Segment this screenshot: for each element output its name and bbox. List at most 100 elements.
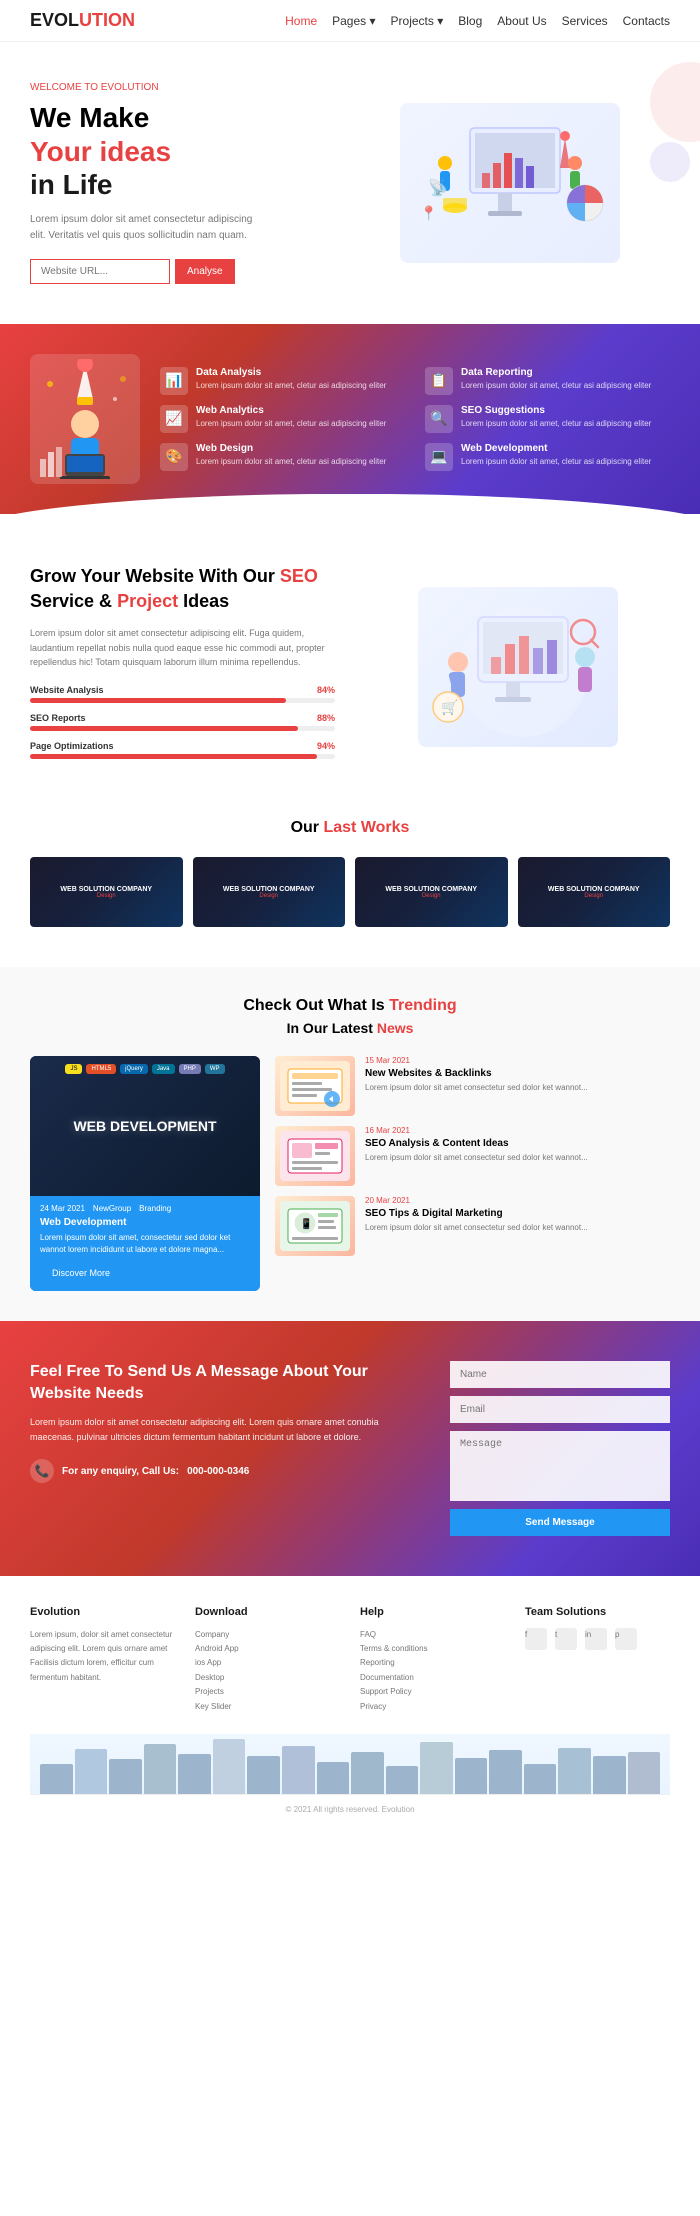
feature-data-reporting-text: Data Reporting Lorem ipsum dolor sit ame… [461, 367, 651, 391]
social-linkedin-icon[interactable]: in [585, 1628, 607, 1650]
contact-send-button[interactable]: Send Message [450, 1509, 670, 1536]
hero-image: 📡 📍 [400, 103, 620, 263]
nav-services[interactable]: Services [562, 14, 608, 28]
contact-phone: 📞 For any enquiry, Call Us: 000-000-0346 [30, 1459, 420, 1483]
news-item-3-content: 20 Mar 2021 SEO Tips & Digital Marketing… [365, 1196, 670, 1233]
work-item-2[interactable]: WEB SOLUTION COMPANY Design [193, 857, 346, 927]
nav-home[interactable]: Home [285, 14, 317, 28]
badge-jquery: jQuery [120, 1064, 148, 1074]
contact-right: Send Message [450, 1361, 670, 1536]
hero-welcome: WELCOME TO EVOLUTION [30, 82, 350, 93]
contact-name-input[interactable] [450, 1361, 670, 1388]
nav-pages[interactable]: Pages ▾ [332, 14, 375, 28]
news-heading: Check Out What Is Trending [30, 997, 670, 1015]
footer-link-reporting[interactable]: Reporting [360, 1656, 505, 1670]
hero-section: WELCOME TO EVOLUTION We Make Your ideas … [0, 42, 700, 324]
hero-form: Analyse [30, 259, 350, 284]
feature-title: Web Design [196, 443, 386, 454]
work-thumb-2: WEB SOLUTION COMPANY Design [193, 857, 346, 927]
building-3 [109, 1759, 142, 1794]
feature-web-analytics-text: Web Analytics Lorem ipsum dolor sit amet… [196, 405, 386, 429]
footer-link-faq[interactable]: FAQ [360, 1628, 505, 1642]
work-item-3[interactable]: WEB SOLUTION COMPANY Design [355, 857, 508, 927]
news-featured-card[interactable]: JS HTML5 jQuery Java PHP WP WEB DEVELOPM… [30, 1056, 260, 1290]
feature-web-development-text: Web Development Lorem ipsum dolor sit am… [461, 443, 651, 467]
progress-seo-reports: SEO Reports 88% [30, 713, 335, 731]
web-development-icon: 💻 [425, 443, 453, 471]
web-analytics-icon: 📈 [160, 405, 188, 433]
news-item-1[interactable]: 15 Mar 2021 New Websites & Backlinks Lor… [275, 1056, 670, 1116]
news-item-2-image [275, 1126, 355, 1186]
news-item-1-date: 15 Mar 2021 [365, 1056, 670, 1065]
logo-lution: UTION [79, 10, 135, 30]
footer-link-support[interactable]: Support Policy [360, 1685, 505, 1699]
social-facebook-icon[interactable]: f [525, 1628, 547, 1650]
news-featured-date: 24 Mar 2021 [40, 1204, 85, 1213]
footer-link-ios[interactable]: ios App [195, 1656, 340, 1670]
footer-link-privacy[interactable]: Privacy [360, 1700, 505, 1714]
footer-link-desktop[interactable]: Desktop [195, 1671, 340, 1685]
feature-desc: Lorem ipsum dolor sit amet, cletur asi a… [461, 418, 651, 429]
footer-link-terms[interactable]: Terms & conditions [360, 1642, 505, 1656]
news-featured-description: Lorem ipsum dolor sit amet, consectetur … [40, 1232, 250, 1254]
progress-name-2: SEO Reports [30, 713, 86, 723]
news-item-1-content: 15 Mar 2021 New Websites & Backlinks Lor… [365, 1056, 670, 1093]
seo-heading: Grow Your Website With Our SEO Service &… [30, 564, 335, 614]
feature-data-reporting: 📋 Data Reporting Lorem ipsum dolor sit a… [425, 367, 670, 395]
news-featured-meta: 24 Mar 2021 NewGroup Branding Web Develo… [30, 1196, 260, 1290]
footer-col-download: Download Company Android App ios App Des… [195, 1606, 340, 1714]
building-7 [247, 1756, 280, 1794]
feature-title: Data Reporting [461, 367, 651, 378]
news-item-3[interactable]: 📱 20 Mar 2021 SEO Tips & Digital Marketi… [275, 1196, 670, 1256]
progress-page-optimizations: Page Optimizations 94% [30, 741, 335, 759]
seo-left: Grow Your Website With Our SEO Service &… [30, 564, 335, 770]
progress-bar-1 [30, 698, 335, 703]
feature-desc: Lorem ipsum dolor sit amet, cletur asi a… [461, 456, 651, 467]
progress-label-3: Page Optimizations 94% [30, 741, 335, 751]
features-grid: 📊 Data Analysis Lorem ipsum dolor sit am… [160, 367, 670, 471]
seo-right: 🛒 [365, 587, 670, 747]
news-item-1-title: New Websites & Backlinks [365, 1068, 670, 1079]
feature-title: Web Development [461, 443, 651, 454]
work-sub-3: Design [422, 893, 441, 899]
nav-about[interactable]: About Us [497, 14, 546, 28]
social-twitter-icon[interactable]: t [555, 1628, 577, 1650]
footer-col-2-title: Download [195, 1606, 340, 1618]
feature-desc: Lorem ipsum dolor sit amet, cletur asi a… [196, 380, 386, 391]
work-item-1[interactable]: WEB SOLUTION COMPANY Design [30, 857, 183, 927]
hero-url-input[interactable] [30, 259, 170, 284]
features-left [30, 354, 140, 484]
nav-projects[interactable]: Projects ▾ [391, 14, 444, 28]
data-reporting-icon: 📋 [425, 367, 453, 395]
discover-more-button[interactable]: Discover More [40, 1263, 122, 1283]
hero-analyse-button[interactable]: Analyse [175, 259, 235, 284]
footer-link-keyslider[interactable]: Key Slider [195, 1700, 340, 1714]
work-sub-1: Design [97, 893, 116, 899]
progress-name-1: Website Analysis [30, 685, 104, 695]
footer-link-android[interactable]: Android App [195, 1642, 340, 1656]
footer-link-projects[interactable]: Projects [195, 1685, 340, 1699]
work-item-4[interactable]: WEB SOLUTION COMPANY Design [518, 857, 671, 927]
logo[interactable]: EVOLUTION [30, 10, 135, 31]
building-9 [317, 1762, 350, 1794]
nav-blog[interactable]: Blog [458, 14, 482, 28]
work-title-1: WEB SOLUTION COMPANY [60, 886, 152, 893]
feature-web-analytics: 📈 Web Analytics Lorem ipsum dolor sit am… [160, 405, 405, 433]
news-item-2-content: 16 Mar 2021 SEO Analysis & Content Ideas… [365, 1126, 670, 1163]
news-section: Check Out What Is Trending In Our Latest… [0, 967, 700, 1320]
footer-link-company[interactable]: Company [195, 1628, 340, 1642]
social-pinterest-icon[interactable]: p [615, 1628, 637, 1650]
news-item-1-desc: Lorem ipsum dolor sit amet consectetur s… [365, 1082, 670, 1093]
footer-cityscape [30, 1734, 670, 1794]
nav-contacts[interactable]: Contacts [623, 14, 670, 28]
contact-message-input[interactable] [450, 1431, 670, 1501]
news-item-2[interactable]: 16 Mar 2021 SEO Analysis & Content Ideas… [275, 1126, 670, 1186]
work-title-4: WEB SOLUTION COMPANY [548, 886, 640, 893]
phone-icon: 📞 [30, 1459, 54, 1483]
hero-illustration: 📡 📍 [410, 108, 610, 258]
footer-col-1-title: Evolution [30, 1606, 175, 1618]
contact-email-input[interactable] [450, 1396, 670, 1423]
work-title-3: WEB SOLUTION COMPANY [385, 886, 477, 893]
footer: Evolution Lorem ipsum, dolor sit amet co… [0, 1576, 700, 1829]
footer-link-documentation[interactable]: Documentation [360, 1671, 505, 1685]
